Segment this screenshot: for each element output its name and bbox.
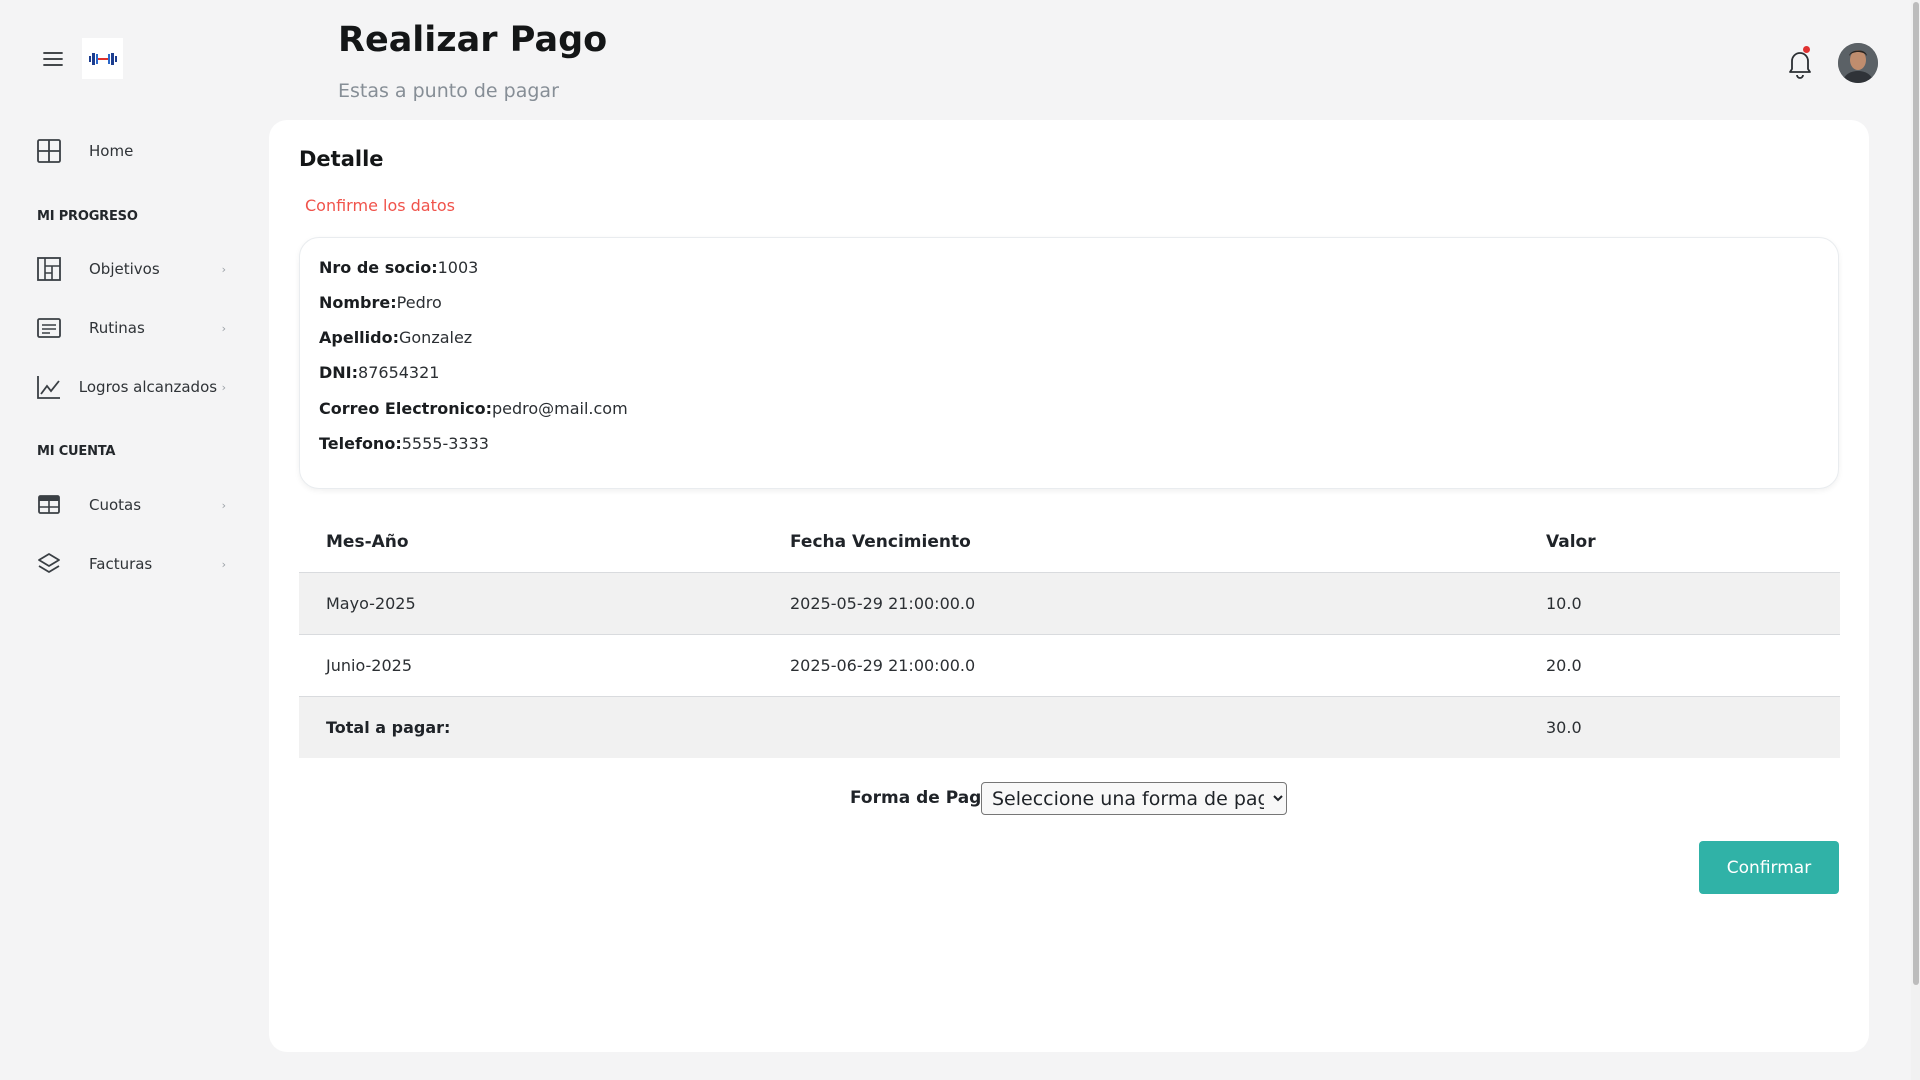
sidebar-item-objetivos[interactable]: Objetivos › — [36, 251, 226, 287]
payment-method-label: Forma de Pago: — [850, 788, 1000, 808]
notification-badge — [1803, 46, 1810, 53]
chevron-right-icon: › — [221, 380, 226, 394]
line-chart-icon — [36, 373, 66, 401]
info-row-socio: Nro de socio:1003 — [319, 258, 478, 277]
table-cell: 10.0 — [1546, 594, 1582, 613]
table-cell: 2025-06-29 21:00:00.0 — [790, 656, 976, 675]
table-cell: 20.0 — [1546, 656, 1582, 675]
table-cell: 2025-05-29 21:00:00.0 — [790, 594, 976, 613]
table-cell: Junio-2025 — [326, 656, 413, 675]
sidebar-item-home[interactable]: Home — [36, 133, 226, 169]
sidebar: Home MI PROGRESO Objetivos › Rutinas › L… — [0, 0, 269, 1080]
info-label: DNI: — [319, 363, 359, 382]
user-avatar[interactable] — [1838, 43, 1878, 83]
info-value: pedro@mail.com — [491, 399, 628, 418]
detail-title: Detalle — [299, 147, 384, 171]
column-header-mes: Mes-Año — [326, 532, 409, 552]
info-row-dni: DNI:87654321 — [319, 363, 439, 382]
sidebar-item-rutinas[interactable]: Rutinas › — [36, 310, 226, 346]
info-row-telefono: Telefono:5555-3333 — [319, 434, 489, 453]
sidebar-item-label: Facturas — [89, 555, 153, 573]
total-label: Total a pagar: — [326, 718, 451, 737]
info-row-apellido: Apellido:Gonzalez — [319, 328, 472, 347]
sidebar-item-facturas[interactable]: Facturas › — [36, 546, 226, 582]
chevron-right-icon: › — [221, 557, 226, 571]
section-title-account: MI CUENTA — [37, 444, 116, 459]
page-subtitle: Estas a punto de pagar — [338, 80, 559, 102]
confirm-hint: Confirme los datos — [305, 196, 456, 215]
sidebar-item-cuotas[interactable]: Cuotas › — [36, 487, 226, 523]
sidebar-item-label: Logros alcanzados — [78, 378, 218, 396]
chevron-right-icon: › — [221, 321, 226, 335]
column-header-valor: Valor — [1546, 532, 1596, 552]
info-label: Correo Electronico: — [319, 399, 492, 418]
sidebar-item-label: Objetivos — [89, 260, 160, 278]
section-title-progress: MI PROGRESO — [37, 209, 138, 224]
info-value: 87654321 — [358, 363, 440, 382]
scrollbar-thumb[interactable] — [1913, 2, 1919, 985]
info-row-correo: Correo Electronico:pedro@mail.com — [319, 399, 628, 418]
table-header-row: Mes-Año Fecha Vencimiento Valor — [299, 512, 1840, 573]
app-logo[interactable] — [82, 38, 123, 79]
avatar-photo — [1838, 43, 1878, 83]
sidebar-item-label: Rutinas — [89, 319, 145, 337]
info-label: Telefono: — [319, 434, 402, 453]
payment-method-select[interactable]: Seleccione una forma de pago — [981, 782, 1287, 815]
table-row: Mayo-2025 2025-05-29 21:00:00.0 10.0 — [299, 573, 1840, 635]
chevron-right-icon: › — [221, 498, 226, 512]
sidebar-item-label: Home — [89, 142, 134, 160]
page-title: Realizar Pago — [338, 20, 608, 60]
notification-bell-icon[interactable] — [1786, 47, 1814, 79]
list-card-icon — [36, 314, 76, 342]
info-row-nombre: Nombre:Pedro — [319, 293, 442, 312]
confirm-button[interactable]: Confirmar — [1699, 841, 1839, 894]
sidebar-item-logros[interactable]: Logros alcanzados › — [36, 369, 226, 405]
info-value: Pedro — [396, 293, 442, 312]
info-label: Nro de socio: — [319, 258, 438, 277]
page-scrollbar[interactable] — [1911, 0, 1920, 1080]
table-row: Junio-2025 2025-06-29 21:00:00.0 20.0 — [299, 635, 1840, 697]
info-label: Nombre: — [319, 293, 397, 312]
chevron-right-icon: › — [221, 262, 226, 276]
total-value: 30.0 — [1546, 718, 1582, 737]
table-icon — [36, 491, 76, 519]
member-info-box: Nro de socio:1003 Nombre:Pedro Apellido:… — [299, 237, 1839, 489]
info-label: Apellido: — [319, 328, 399, 347]
column-header-fecha: Fecha Vencimiento — [790, 532, 971, 552]
dumbbell-logo-icon — [88, 52, 117, 65]
hamburger-menu-icon[interactable] — [41, 47, 65, 71]
table-cell: Mayo-2025 — [326, 594, 416, 613]
payment-card: Detalle Confirme los datos Nro de socio:… — [269, 120, 1869, 1052]
info-value: Gonzalez — [398, 328, 473, 347]
sidebar-item-label: Cuotas — [89, 496, 142, 514]
info-value: 1003 — [437, 258, 479, 277]
info-value: 5555-3333 — [401, 434, 489, 453]
layers-icon — [36, 550, 76, 578]
grid-icon — [36, 137, 76, 165]
payment-table: Mes-Año Fecha Vencimiento Valor Mayo-202… — [299, 512, 1840, 758]
dashboard-icon — [36, 255, 76, 283]
table-total-row: Total a pagar: 30.0 — [299, 697, 1840, 758]
